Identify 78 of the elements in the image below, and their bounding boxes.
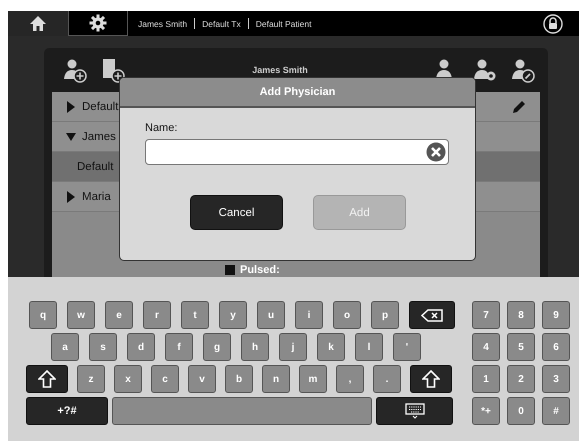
key[interactable]: v	[188, 365, 216, 393]
key[interactable]: i	[295, 301, 323, 329]
key[interactable]: l	[355, 333, 383, 361]
tree-label: Default	[77, 160, 114, 172]
expander-icon[interactable]	[66, 190, 76, 202]
add-person-icon[interactable]	[62, 57, 88, 83]
backspace-icon	[421, 308, 443, 322]
shift-key[interactable]	[26, 365, 68, 393]
tree-label: Maria	[82, 190, 111, 202]
key[interactable]: s	[89, 333, 117, 361]
key[interactable]: u	[257, 301, 285, 329]
key[interactable]: q	[29, 301, 57, 329]
key[interactable]: h	[241, 333, 269, 361]
number-key[interactable]: 7	[472, 301, 500, 329]
key[interactable]: o	[333, 301, 361, 329]
pencil-icon[interactable]	[512, 100, 526, 114]
key[interactable]: k	[317, 333, 345, 361]
key[interactable]: n	[262, 365, 290, 393]
key[interactable]: j	[279, 333, 307, 361]
number-key[interactable]: 9	[542, 301, 570, 329]
key[interactable]: b	[225, 365, 253, 393]
key[interactable]: .	[373, 365, 401, 393]
breadcrumb-item: Default Tx	[202, 18, 241, 28]
number-key[interactable]: 8	[507, 301, 535, 329]
key[interactable]: p	[371, 301, 399, 329]
number-key[interactable]: *+	[472, 397, 500, 425]
number-key[interactable]: #	[542, 397, 570, 425]
key[interactable]: e	[105, 301, 133, 329]
key[interactable]: d	[127, 333, 155, 361]
tree-label: Default	[82, 100, 118, 112]
mode-indicator	[225, 264, 235, 274]
dialog-title: Add Physician	[120, 78, 475, 108]
key[interactable]: x	[114, 365, 142, 393]
field-label: Name:	[145, 122, 178, 134]
key[interactable]: y	[219, 301, 247, 329]
number-key[interactable]: 3	[542, 365, 570, 393]
backspace-key[interactable]	[409, 301, 455, 329]
top-tab[interactable]	[68, 11, 128, 36]
key[interactable]: ,	[336, 365, 364, 393]
number-key[interactable]: 5	[507, 333, 535, 361]
key[interactable]: z	[77, 365, 105, 393]
dialog-button[interactable]: Cancel	[190, 195, 283, 230]
number-key[interactable]: 0	[507, 397, 535, 425]
number-key[interactable]: 1	[472, 365, 500, 393]
number-key[interactable]: 6	[542, 333, 570, 361]
breadcrumb-item: James Smith	[138, 18, 188, 28]
mode-label: Pulsed:	[240, 264, 280, 276]
key[interactable]: t	[181, 301, 209, 329]
hide-keyboard-key[interactable]	[376, 397, 453, 425]
add-document-icon[interactable]	[100, 57, 126, 83]
person-settings-icon[interactable]	[472, 57, 498, 83]
key[interactable]: w	[67, 301, 95, 329]
symbols-key[interactable]: +?#	[26, 397, 108, 425]
clear-icon[interactable]	[426, 142, 446, 162]
expander-icon[interactable]	[66, 100, 76, 112]
lock-icon[interactable]	[543, 14, 563, 34]
keyboard-icon	[404, 403, 424, 419]
gear-icon	[89, 14, 107, 32]
shift-icon	[422, 370, 440, 388]
key[interactable]: f	[165, 333, 193, 361]
home-icon	[29, 14, 47, 32]
breadcrumb-item: Default Patient	[256, 18, 312, 28]
expander-icon[interactable]	[66, 130, 76, 142]
panel-title: James Smith	[251, 65, 309, 75]
key[interactable]: r	[143, 301, 171, 329]
shift-icon	[38, 370, 56, 388]
top-tab[interactable]	[8, 11, 68, 36]
number-key[interactable]: 2	[507, 365, 535, 393]
key[interactable]: m	[299, 365, 327, 393]
key[interactable]: g	[203, 333, 231, 361]
number-key[interactable]: 4	[472, 333, 500, 361]
key[interactable]: c	[151, 365, 179, 393]
name-field[interactable]	[145, 139, 449, 165]
shift-key[interactable]	[410, 365, 452, 393]
edit-person-icon[interactable]	[510, 57, 536, 83]
key[interactable]: a	[51, 333, 79, 361]
tree-label: James	[82, 130, 116, 142]
key[interactable]: '	[393, 333, 421, 361]
